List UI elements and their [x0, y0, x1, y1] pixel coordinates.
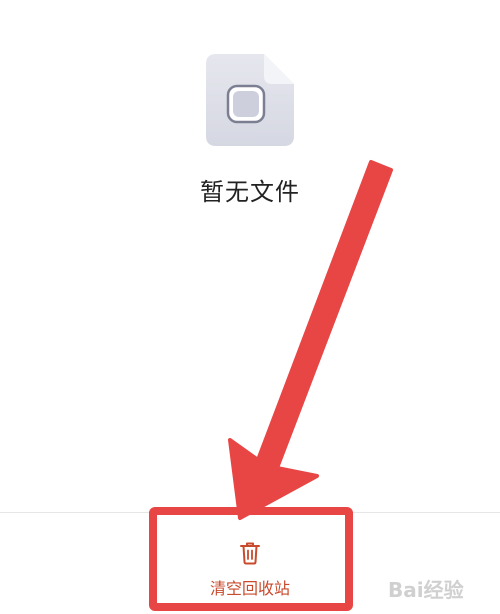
- empty-state: 暂无文件: [0, 0, 500, 240]
- file-icon: [206, 54, 294, 146]
- clear-recycle-bin-button[interactable]: 清空回收站: [155, 519, 345, 611]
- trash-icon: [240, 542, 260, 565]
- clear-recycle-bin-label: 清空回收站: [209, 579, 290, 598]
- recycle-bin-screen: 暂无文件 清空回收站 Bai经验: [0, 0, 500, 614]
- empty-message: 暂无文件: [200, 178, 300, 206]
- bottom-toolbar: 清空回收站: [0, 513, 500, 614]
